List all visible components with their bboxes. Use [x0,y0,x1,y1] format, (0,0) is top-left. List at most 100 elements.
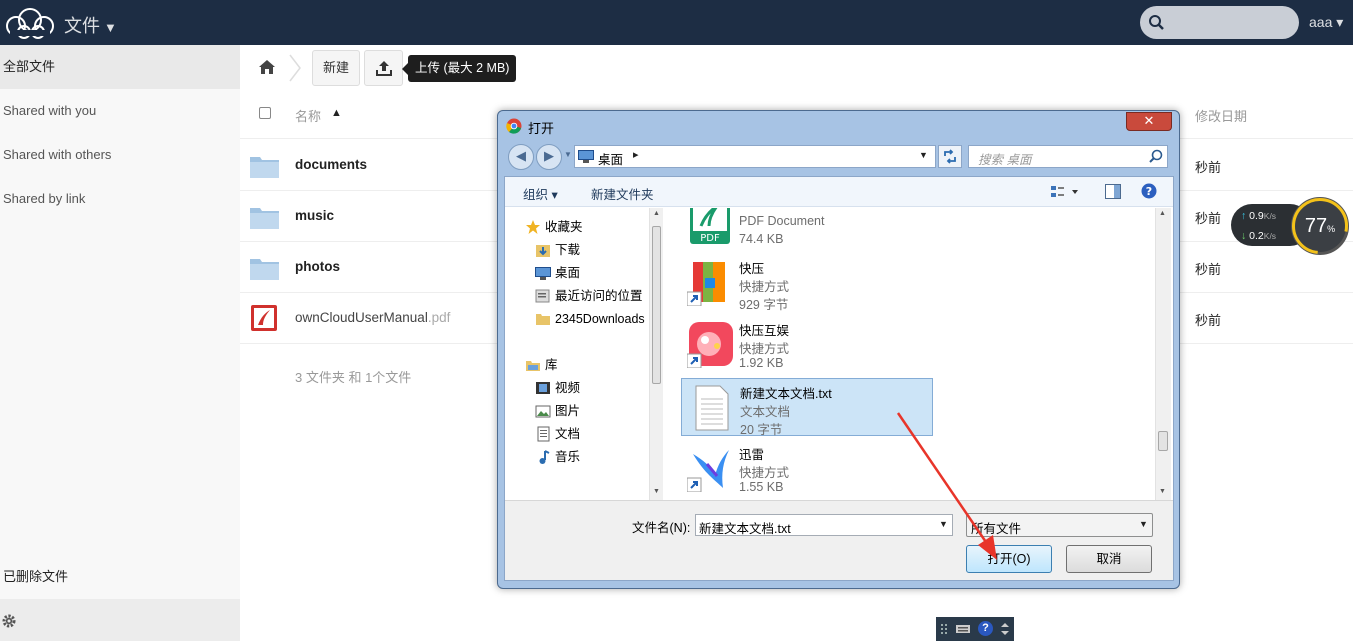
sidebar-item-shared-with-you[interactable]: Shared with you [0,89,240,133]
tree-item-pictures[interactable]: 图片 [535,401,580,421]
tree-item-documents[interactable]: 文档 [535,424,580,444]
close-button[interactable]: ✕ [1126,112,1172,131]
navigation-tree: 收藏夹 下载 桌面 最近访问的位置 2345Downloads 库 视频 图片 … [505,208,661,500]
app-title: 文件 [64,16,100,36]
list-item[interactable]: 快压 快捷方式 929 字节 [681,254,933,312]
pictures-icon [535,405,551,418]
refresh-button[interactable] [938,145,962,168]
back-button[interactable]: ◀ [508,144,534,170]
tree-item-downloads[interactable]: 下载 [535,240,580,260]
kuaiya-shortcut-icon [687,262,725,306]
chevron-down-icon: ▾ [1336,14,1344,30]
tree-item-videos[interactable]: 视频 [535,378,580,398]
xunlei-shortcut-icon [687,450,729,492]
filename-label: 文件名(N): [632,521,691,535]
file-name: 新建文本文档.txt [740,387,832,401]
column-name[interactable]: 名称 [295,106,321,125]
documents-icon [537,426,550,442]
help-icon[interactable]: ? [978,621,993,636]
list-item[interactable]: 迅雷 快捷方式 1.55 KB [681,440,933,498]
tree-scroll-thumb[interactable] [652,226,661,384]
file-list-pane: PDF PDF Document 74.4 KB 快压 快捷方式 929 字节 [665,208,1155,500]
help-icon[interactable]: ? [1141,183,1157,199]
star-icon [526,220,540,234]
address-row: ◀ ▶ ▼ 桌面 ▸ ▼ 搜索 桌面 [504,142,1174,172]
file-name[interactable]: ownCloudUserManual.pdf [295,310,450,325]
forward-button[interactable]: ▶ [536,144,562,170]
new-button[interactable]: 新建 [312,50,360,86]
tree-scrollbar[interactable]: ▲ ▼ [649,208,663,500]
owncloud-logo[interactable] [2,6,58,40]
user-menu[interactable]: aaa ▾ [1309,14,1343,31]
upload-button[interactable] [364,50,403,86]
file-date: 秒前 [1195,160,1222,175]
scroll-up-icon[interactable]: ▲ [653,210,660,217]
file-basename: ownCloudUserManual [295,310,428,325]
file-name[interactable]: music [295,208,334,223]
tree-item-favorites[interactable]: 收藏夹 [525,217,583,237]
speed-unit: K/s [1263,211,1277,221]
preview-pane-icon[interactable] [1105,184,1121,199]
desktop-icon [578,150,594,163]
sidebar-item-deleted-files[interactable]: 已删除文件 [0,559,240,595]
sidebar-item-shared-with-others[interactable]: Shared with others [0,133,240,177]
history-dropdown-icon[interactable]: ▼ [564,150,572,159]
open-button[interactable]: 打开(O) [966,545,1052,573]
tree-item-2345downloads[interactable]: 2345Downloads [535,309,645,329]
list-item[interactable]: 快压互娱 快捷方式 1.92 KB [681,316,933,374]
arrow-right-icon: ▶ [544,148,554,163]
select-all-checkbox[interactable] [259,107,271,119]
recent-places-icon [535,289,550,303]
file-list-scrollbar[interactable]: ▲ ▼ [1155,208,1171,500]
settings-button[interactable] [0,599,240,641]
file-date: 秒前 [1195,313,1222,328]
top-header: 文件 ▼ aaa ▾ [0,0,1353,45]
organize-menu[interactable]: 组织 ▾ [523,184,558,203]
username: aaa [1309,14,1333,30]
grip-icon[interactable] [940,622,954,636]
tree-item-libraries[interactable]: 库 [525,355,558,375]
breadcrumb-arrow-icon[interactable]: ▸ [633,148,639,161]
home-icon[interactable] [258,59,276,75]
chevron-down-icon[interactable]: ▼ [919,150,928,160]
chevron-down-icon[interactable]: ▼ [939,519,948,529]
speed-unit: K/s [1263,231,1277,241]
tree-item-desktop[interactable]: 桌面 [535,263,580,283]
tree-item-music[interactable]: 音乐 [535,447,580,467]
search-icon[interactable] [1148,149,1163,164]
list-item-selected[interactable]: 新建文本文档.txt 文本文档 20 字节 [681,378,933,437]
address-bar[interactable]: 桌面 ▸ ▼ [574,145,936,168]
dialog-title: 打开 [528,121,555,136]
network-speed-widget[interactable]: ↑ 0.9K/s ↓ 0.2K/s 77% [1231,197,1349,255]
svg-text:PDF: PDF [700,233,720,244]
keyboard-icon[interactable] [956,622,970,636]
column-modified[interactable]: 修改日期 [1195,106,1247,125]
sidebar-item-shared-by-link[interactable]: Shared by link [0,177,240,221]
file-list-scroll-thumb[interactable] [1158,431,1168,451]
app-menu[interactable]: 文件 ▼ [64,12,117,38]
file-name[interactable]: photos [295,259,340,274]
file-name: 快压互娱 [739,324,790,338]
filetype-select[interactable]: 所有文件 ▼ [966,513,1153,537]
arrow-up-icon: ↑ [1241,210,1247,222]
tray-expand-icon[interactable] [998,622,1012,636]
tree-label: 文档 [555,427,581,441]
cancel-button[interactable]: 取消 [1066,545,1152,573]
view-options-icon[interactable] [1050,184,1080,200]
sort-ascending-icon: ▲ [331,107,342,119]
file-name[interactable]: documents [295,157,367,172]
filename-field[interactable]: 新建文本文档.txt ▼ [695,514,953,536]
scroll-up-icon[interactable]: ▲ [1159,210,1166,217]
dialog-search-input[interactable]: 搜索 桌面 [968,145,1168,168]
scroll-down-icon[interactable]: ▼ [653,488,660,495]
gear-icon [2,614,16,628]
list-item[interactable]: PDF PDF Document 74.4 KB [681,208,933,250]
tree-item-recent[interactable]: 最近访问的位置 [535,286,643,306]
breadcrumb-separator [289,54,301,82]
scroll-down-icon[interactable]: ▼ [1159,488,1166,495]
svg-text:?: ? [1146,185,1152,198]
folder-icon [250,157,279,178]
sidebar-item-all-files[interactable]: 全部文件 [0,45,240,89]
new-folder-button[interactable]: 新建文件夹 [591,184,654,203]
search-input[interactable] [1140,6,1299,39]
